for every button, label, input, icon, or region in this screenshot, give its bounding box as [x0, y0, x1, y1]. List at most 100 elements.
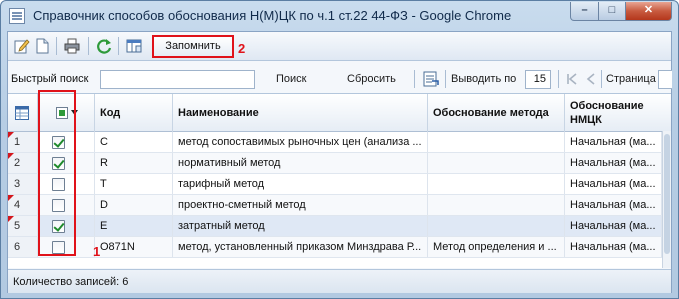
nmck-cell: Начальная (ма... [565, 237, 662, 257]
method-cell: Метод определения и ... [428, 237, 565, 257]
nmck-cell-text: Начальная (ма... [570, 241, 656, 253]
reset-button[interactable]: Сбросить [347, 73, 396, 85]
row-number-text: 5 [14, 220, 21, 232]
checkbox-highlight-frame [38, 90, 76, 256]
nmck-cell: Начальная (ма... [565, 216, 662, 236]
search-button[interactable]: Поиск [276, 73, 306, 85]
page-label: Страница [606, 73, 656, 85]
remember-button[interactable]: Запомнить [152, 35, 234, 58]
nmck-cell: Начальная (ма... [565, 174, 662, 194]
code-cell-text: E [100, 220, 108, 232]
previous-page-icon[interactable] [583, 71, 599, 87]
row-number-text: 2 [14, 157, 21, 169]
searchbar-separator [414, 70, 415, 88]
code-cell-text: R [100, 157, 108, 169]
page-size-input[interactable]: 15 [525, 70, 551, 89]
column-header-code[interactable]: Код [95, 94, 173, 132]
modified-marker [8, 216, 14, 222]
quick-search-label: Быстрый поиск [11, 73, 89, 85]
nmck-cell-text: Начальная (ма... [570, 157, 656, 169]
minimize-button[interactable]: – [570, 2, 599, 21]
name-cell-text: нормативный метод [178, 157, 281, 169]
searchbar-separator [445, 70, 446, 88]
window-title: Справочник способов обоснования Н(М)ЦК п… [33, 8, 512, 23]
table-row[interactable]: 2 Rнормативный метод Начальная (ма... [8, 153, 671, 174]
table-row[interactable]: 4 Dпроектно-сметный метод Начальная (ма... [8, 195, 671, 216]
row-number: 2 [8, 153, 38, 173]
toolbar-separator [56, 37, 57, 55]
column-header-nmck[interactable]: Обоснование НМЦК [565, 94, 662, 132]
method-cell [428, 216, 565, 236]
code-cell-text: T [100, 178, 107, 190]
search-bar: Быстрый поиск Поиск Сбросить Выводить по… [8, 66, 672, 92]
status-bar: Количество записей: 6 [8, 269, 671, 293]
print-icon[interactable] [64, 38, 80, 54]
row-number: 1 [8, 132, 38, 152]
name-cell-text: метод сопоставимых рыночных цен (анализа… [178, 136, 422, 148]
data-grid: Код Наименование Обоснование метода Обос… [8, 93, 671, 268]
table-row[interactable]: 6 O871N метод, установленный приказом Минз… [8, 237, 671, 258]
method-cell [428, 174, 565, 194]
method-cell [428, 153, 565, 173]
record-count: Количество записей: 6 [13, 276, 129, 288]
export-icon[interactable] [423, 71, 439, 87]
name-cell: тарифный метод [173, 174, 428, 194]
row-number: 3 [8, 174, 38, 194]
code-cell-text: C [100, 136, 108, 148]
close-button[interactable]: ✕ [625, 2, 672, 21]
page-number-input[interactable] [658, 70, 672, 89]
annotation-2: 2 [238, 41, 246, 56]
first-page-icon[interactable] [564, 71, 580, 87]
scrollbar-thumb[interactable] [664, 134, 670, 254]
name-cell: затратный метод [173, 216, 428, 236]
code-cell: T [95, 174, 173, 194]
grid-settings-icon[interactable] [15, 106, 29, 120]
maximize-button[interactable]: □ [598, 2, 626, 21]
table-row[interactable]: 5 Eзатратный метод Начальная (ма... [8, 216, 671, 237]
new-document-icon[interactable] [34, 38, 50, 54]
code-cell: R [95, 153, 173, 173]
name-cell-text: затратный метод [178, 220, 265, 232]
name-cell-text: проектно-сметный метод [178, 199, 306, 211]
table-row[interactable]: 3 Tтарифный метод Начальная (ма... [8, 174, 671, 195]
annotation-1: 1 [93, 244, 101, 259]
nmck-cell-text: Начальная (ма... [570, 178, 656, 190]
vertical-scrollbar[interactable] [662, 131, 671, 268]
name-cell: метод, установленный приказом Минздрава … [173, 237, 428, 257]
nmck-cell: Начальная (ма... [565, 195, 662, 215]
nmck-cell: Начальная (ма... [565, 132, 662, 152]
modified-marker [8, 153, 14, 159]
code-cell-text: O871N [100, 241, 135, 253]
nmck-cell-text: Начальная (ма... [570, 136, 656, 148]
columns-icon[interactable] [126, 38, 142, 54]
code-cell: C [95, 132, 173, 152]
app-icon [9, 8, 25, 24]
toolbar: Запомнить 2 [8, 32, 671, 61]
searchbar-separator [558, 70, 559, 88]
nmck-cell-text: Начальная (ма... [570, 199, 656, 211]
nmck-cell-text: Начальная (ма... [570, 220, 656, 232]
column-header-name[interactable]: Наименование [173, 94, 428, 132]
table-row[interactable]: 1 Cметод сопоставимых рыночных цен (анали… [8, 132, 671, 153]
name-cell: проектно-сметный метод [173, 195, 428, 215]
name-cell: нормативный метод [173, 153, 428, 173]
row-number-header [8, 94, 38, 132]
column-header-method[interactable]: Обоснование метода [428, 94, 565, 132]
title-bar: Справочник способов обоснования Н(М)ЦК п… [1, 1, 678, 31]
modified-marker [8, 195, 14, 201]
row-number: 5 [8, 216, 38, 236]
code-cell: O871N [95, 237, 173, 257]
refresh-icon[interactable] [96, 38, 112, 54]
toolbar-separator [118, 37, 119, 55]
grid-header: Код Наименование Обоснование метода Обос… [8, 94, 671, 132]
edit-icon[interactable] [14, 38, 30, 54]
method-cell [428, 132, 565, 152]
searchbar-separator [601, 70, 602, 88]
browser-window: Справочник способов обоснования Н(М)ЦК п… [0, 0, 679, 299]
row-number-text: 1 [14, 136, 21, 148]
quick-search-input[interactable] [100, 70, 255, 89]
row-number: 6 [8, 237, 38, 257]
page-size-label: Выводить по [451, 73, 517, 85]
row-number: 4 [8, 195, 38, 215]
nmck-cell: Начальная (ма... [565, 153, 662, 173]
